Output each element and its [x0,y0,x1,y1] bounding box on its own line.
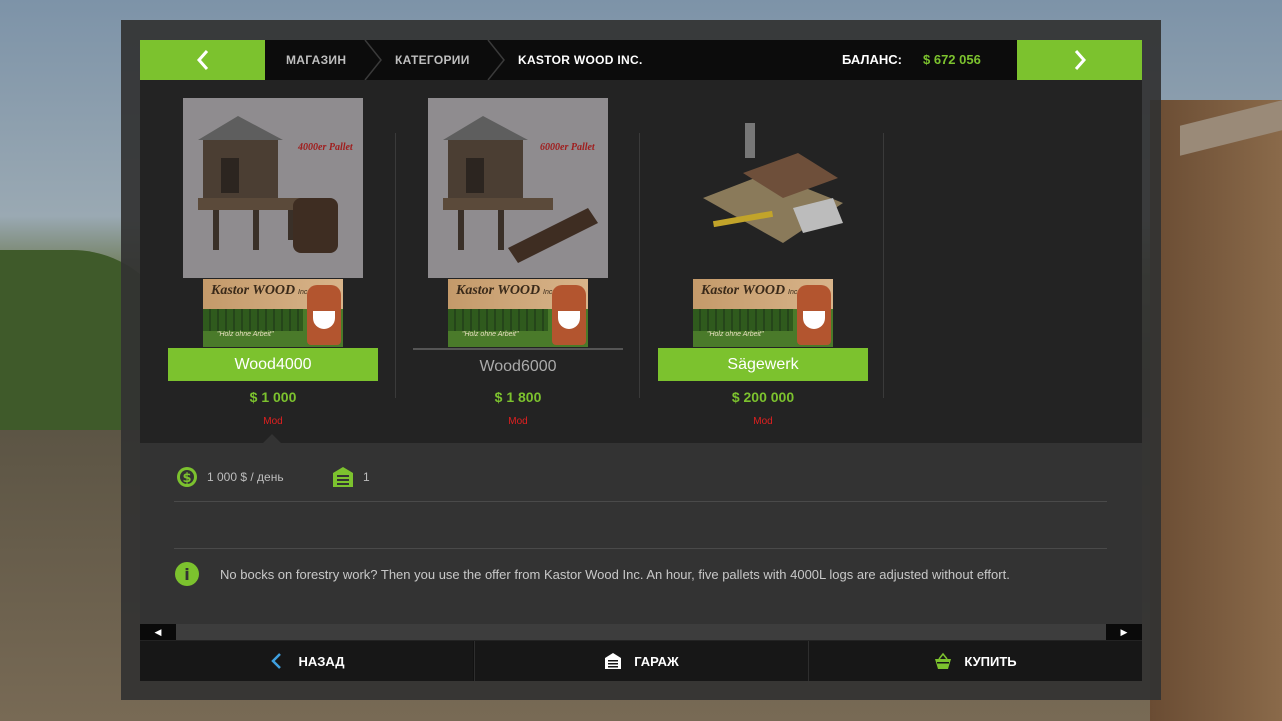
breadcrumb-separator-icon [487,40,505,80]
shop-item-wood6000[interactable]: 6000er Pallet Kastor WOOD Inc "Holz ohne… [413,98,625,428]
balance-value: $ 672 056 [923,52,981,67]
upkeep-stat: $ 1 000 $ / день [175,465,284,489]
info-icon: i [175,562,199,586]
dollar-gear-icon: $ [177,467,197,487]
logo-inc: Inc [543,289,553,296]
item-name: Sägewerk [658,348,868,381]
garage-button-label: ГАРАЖ [634,653,679,669]
chevron-left-icon [196,50,208,70]
item-image: 4000er Pallet [183,98,363,278]
log-mascot-icon [552,285,586,345]
breadcrumb-current: KASTOR WOOD INC. [518,53,643,67]
svg-text:$: $ [182,471,191,486]
item-description: No bocks on forestry work? Then you use … [220,567,1010,582]
logo-slogan: "Holz ohne Arbeit" [707,331,764,338]
buy-button[interactable]: КУПИТЬ [809,641,1142,681]
breadcrumb-separator-icon [364,40,382,80]
sawmill-image [703,123,843,243]
item-image-caption: 6000er Pallet [540,142,596,153]
chevron-right-icon [1074,50,1086,70]
garage-count-stat: 1 [331,465,370,489]
shop-item-saegewerk[interactable]: Kastor WOOD Inc "Holz ohne Arbeit" Sägew… [658,98,870,428]
item-divider [639,133,640,398]
back-button-label: НАЗАД [298,653,345,669]
item-divider [395,133,396,398]
scrollbar-thumb[interactable] [176,624,1106,640]
item-name: Wood6000 [413,348,623,383]
shop-item-wood4000[interactable]: 4000er Pallet Kastor WOOD Inc "Holz ohne… [168,98,380,428]
logo-text: Kastor WOOD [456,283,541,298]
logo-slogan: "Holz ohne Arbeit" [462,331,519,338]
basket-icon [935,652,952,669]
logo-text: Kastor WOOD [211,283,296,298]
garage-icon [605,653,622,669]
item-mod-tag: Mod [753,416,773,427]
breadcrumb-categories[interactable]: КАТЕГОРИИ [395,40,470,80]
item-image: 6000er Pallet [428,98,608,278]
details-divider [174,548,1107,549]
garage-icon [333,467,353,487]
kastor-wood-logo: Kastor WOOD Inc "Holz ohne Arbeit" [448,279,588,347]
garage-button[interactable]: ГАРАЖ [475,641,808,681]
details-divider [174,501,1107,502]
pallet-house-image: 6000er Pallet [443,116,598,263]
item-name: Wood4000 [168,348,378,381]
log-mascot-icon [797,285,831,345]
logo-slogan: "Holz ohne Arbeit" [217,331,274,338]
next-category-button[interactable] [1017,40,1142,80]
item-price: $ 200 000 [731,389,795,405]
item-details-panel [140,443,1142,624]
pallet-house-image: 4000er Pallet [198,116,354,253]
balance-label: БАЛАНС: [842,52,903,67]
previous-category-button[interactable] [140,40,265,80]
buy-button-label: КУПИТЬ [964,653,1017,669]
logo-inc: Inc [788,289,798,296]
logo-text: Kastor WOOD [701,283,786,298]
scroll-right-arrow-icon[interactable]: ▶ [1106,624,1142,640]
back-button[interactable]: НАЗАД [140,641,473,681]
garage-count-text: 1 [363,470,370,484]
logo-inc: Inc [298,289,308,296]
chevron-left-icon [271,653,282,669]
item-image [673,98,853,278]
scroll-left-arrow-icon[interactable]: ◀ [140,624,176,640]
item-image-caption: 4000er Pallet [297,142,354,153]
kastor-wood-logo: Kastor WOOD Inc "Holz ohne Arbeit" [693,279,833,347]
log-mascot-icon [307,285,341,345]
background-shed [1150,100,1282,721]
upkeep-text: 1 000 $ / день [207,470,284,484]
item-divider [883,133,884,398]
item-mod-tag: Mod [263,416,283,427]
item-price: $ 1 000 [249,389,297,405]
breadcrumb-shop[interactable]: МАГАЗИН [286,40,346,80]
item-mod-tag: Mod [508,416,528,427]
kastor-wood-logo: Kastor WOOD Inc "Holz ohne Arbeit" [203,279,343,347]
selection-pointer [263,434,281,443]
item-price: $ 1 800 [494,389,542,405]
